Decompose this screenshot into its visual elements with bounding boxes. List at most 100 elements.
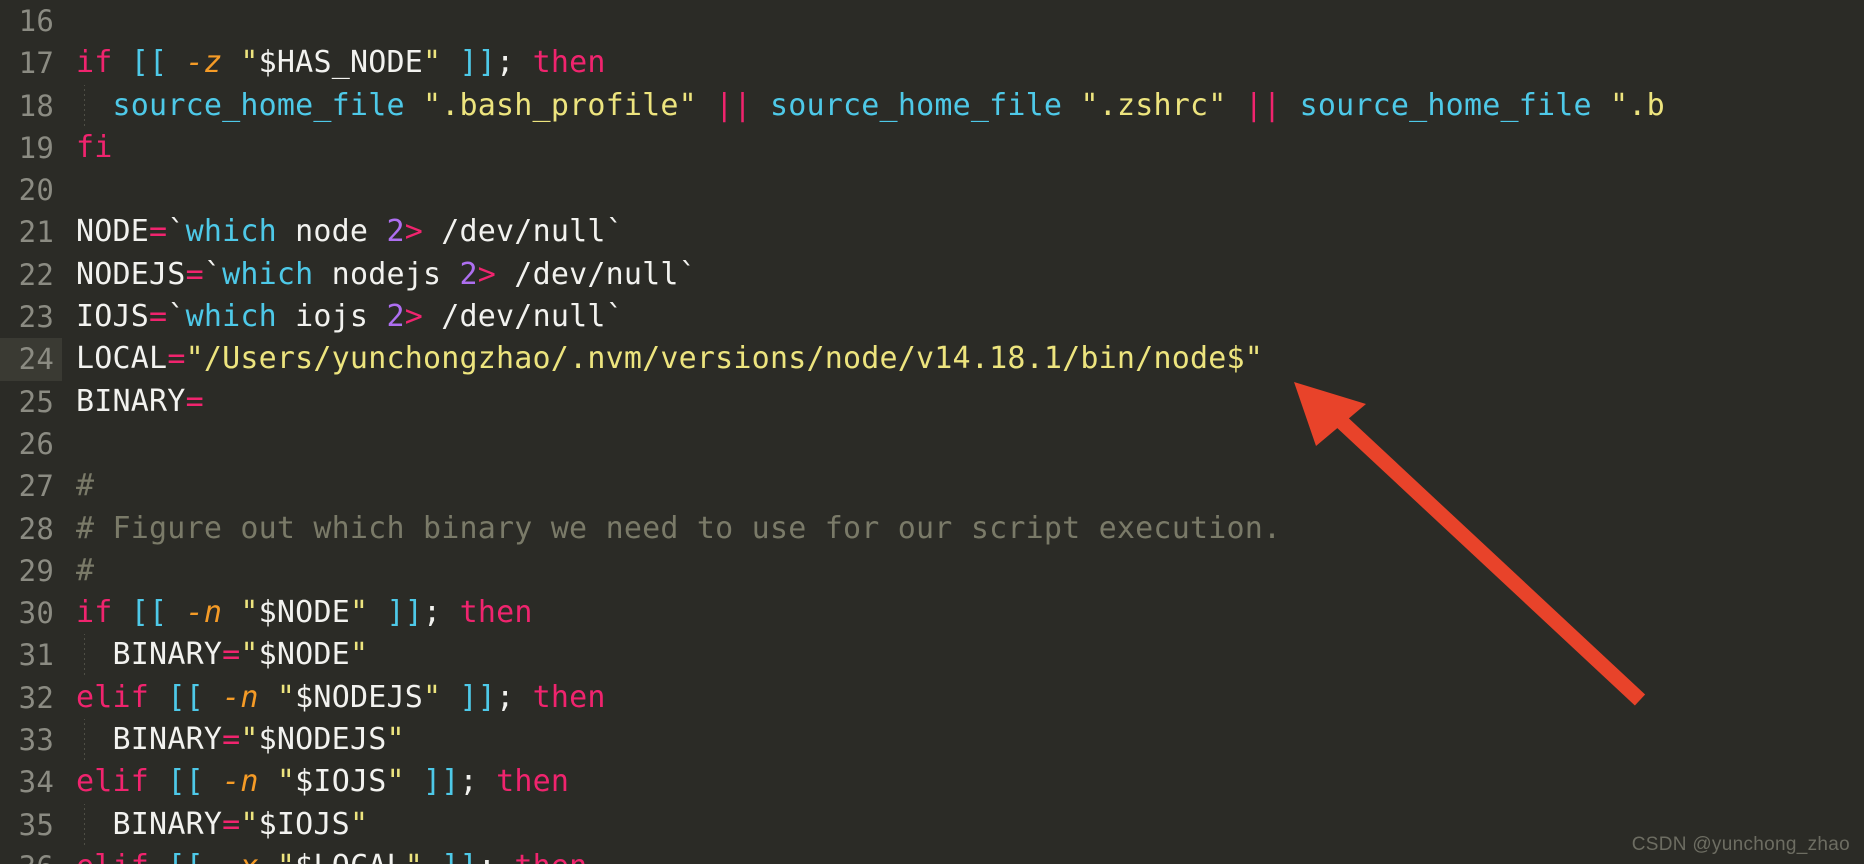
code-line-content[interactable]: #	[62, 465, 1864, 507]
code-token: $LOCAL	[295, 849, 405, 864]
code-token: 2	[386, 299, 405, 335]
code-token: "/Users/yunchongzhao/.nvm/versions/node/…	[185, 341, 1264, 377]
code-line-content[interactable]: source_home_file ".bash_profile" || sour…	[62, 84, 1864, 127]
line-number: 29	[18, 553, 54, 588]
code-token: "	[386, 722, 405, 758]
code-token: `	[203, 256, 223, 292]
code-line-content[interactable]: BINARY="$NODEJS"	[62, 719, 1864, 762]
code-line[interactable]: 17 if [[ -z "$HAS_NODE" ]]; then	[0, 42, 1864, 84]
code-token: $NODE	[258, 595, 350, 631]
code-line-content[interactable]: IOJS=`which iojs 2> /dev/null`	[62, 296, 1864, 338]
code-token: #	[76, 468, 95, 504]
code-token: "	[240, 45, 259, 81]
code-line[interactable]: 32 elif [[ -n "$NODEJS" ]]; then	[0, 677, 1864, 719]
line-number: 25	[18, 384, 54, 419]
code-line-content[interactable]: elif [[ -x "$LOCAL" ]]; then	[62, 846, 1864, 864]
code-line-content[interactable]: elif [[ -n "$NODEJS" ]]; then	[62, 677, 1864, 719]
code-token: ;	[478, 849, 496, 864]
code-line[interactable]: 33 BINARY="$NODEJS"	[0, 719, 1864, 762]
code-token: node	[276, 214, 387, 250]
code-line[interactable]: 23 IOJS=`which iojs 2> /dev/null`	[0, 296, 1864, 338]
code-line[interactable]: 35 BINARY="$IOJS"	[0, 803, 1864, 846]
code-token: elif	[76, 849, 149, 864]
code-token: 2	[459, 256, 478, 292]
code-token: ]]	[441, 849, 478, 864]
code-line-content[interactable]: if [[ -z "$HAS_NODE" ]]; then	[62, 42, 1864, 84]
code-token: source_home_file	[112, 87, 405, 123]
code-token: ]]	[459, 45, 497, 81]
code-line[interactable]: 31 BINARY="$NODE"	[0, 634, 1864, 677]
code-line-content[interactable]	[62, 169, 1864, 211]
line-number: 19	[18, 130, 54, 165]
code-line-content[interactable]: if [[ -n "$NODE" ]]; then	[62, 592, 1864, 634]
line-number: 18	[18, 88, 54, 123]
code-line[interactable]: 26	[0, 423, 1864, 465]
code-line-content[interactable]: elif [[ -n "$IOJS" ]]; then	[62, 761, 1864, 803]
code-token: "	[423, 679, 442, 715]
code-token: [[	[130, 595, 168, 631]
code-line-content[interactable]: fi	[62, 127, 1864, 169]
code-token: "	[349, 637, 369, 673]
code-line-content[interactable]: BINARY="$IOJS"	[62, 803, 1864, 846]
code-token: /dev/null	[423, 214, 606, 250]
code-line[interactable]: 19 fi	[0, 127, 1864, 169]
code-token: ".zshrc"	[1080, 87, 1227, 123]
code-line[interactable]: 36elif [[ -x "$LOCAL" ]]; then	[0, 846, 1864, 864]
code-line[interactable]: 27 #	[0, 465, 1864, 507]
code-token: nodejs	[313, 256, 460, 292]
code-line-content[interactable]: BINARY="$NODE"	[62, 634, 1864, 677]
code-token: then	[532, 45, 606, 81]
code-token: =	[167, 341, 186, 377]
line-number: 26	[18, 426, 54, 461]
code-line[interactable]: 29 #	[0, 550, 1864, 592]
code-line-content[interactable]: NODE=`which node 2> /dev/null`	[62, 211, 1864, 253]
code-token: "	[276, 764, 296, 800]
code-token: /dev/null	[496, 256, 679, 292]
code-token: "	[349, 595, 369, 631]
code-line[interactable]: 28 # Figure out which binary we need to u…	[0, 508, 1864, 550]
code-line[interactable]: 34 elif [[ -n "$IOJS" ]]; then	[0, 761, 1864, 803]
code-editor-viewport[interactable]: 16 17 if [[ -z "$HAS_NODE" ]]; then 18 sou…	[0, 0, 1864, 864]
code-line-content[interactable]	[62, 0, 1864, 42]
code-token: ]]	[459, 679, 497, 715]
code-token: BINARY	[112, 637, 223, 673]
code-line[interactable]: 16	[0, 0, 1864, 42]
code-token: BINARY	[76, 383, 186, 419]
code-line[interactable]: 20	[0, 169, 1864, 211]
code-line-content[interactable]	[62, 423, 1864, 465]
code-lines-container[interactable]: 16 17 if [[ -z "$HAS_NODE" ]]; then 18 sou…	[0, 0, 1864, 864]
code-token: `	[167, 214, 186, 250]
line-number: 31	[18, 638, 54, 673]
code-line[interactable]: 30 if [[ -n "$NODE" ]]; then	[0, 592, 1864, 634]
code-line[interactable]: 24 LOCAL="/Users/yunchongzhao/.nvm/versio…	[0, 338, 1864, 381]
code-line-content[interactable]: NODEJS=`which nodejs 2> /dev/null`	[62, 254, 1864, 296]
code-line-content[interactable]: BINARY=	[62, 381, 1864, 423]
line-number: 27	[18, 469, 54, 504]
line-number: 34	[18, 765, 54, 800]
code-line[interactable]: 22 NODEJS=`which nodejs 2> /dev/null`	[0, 254, 1864, 296]
code-line[interactable]: 18 source_home_file ".bash_profile" || s…	[0, 84, 1864, 127]
code-line[interactable]: 21 NODE=`which node 2> /dev/null`	[0, 211, 1864, 253]
code-token: BINARY	[112, 722, 223, 758]
code-line-content[interactable]: # Figure out which binary we need to use…	[62, 508, 1864, 550]
code-line[interactable]: 25 BINARY=	[0, 381, 1864, 423]
code-token: source_home_file	[1299, 87, 1592, 123]
code-token: 2	[386, 214, 405, 250]
code-token: "	[349, 806, 369, 842]
code-token: ;	[423, 595, 442, 631]
code-line-content[interactable]: #	[62, 550, 1864, 592]
code-line-content[interactable]: LOCAL="/Users/yunchongzhao/.nvm/versions…	[62, 338, 1864, 380]
